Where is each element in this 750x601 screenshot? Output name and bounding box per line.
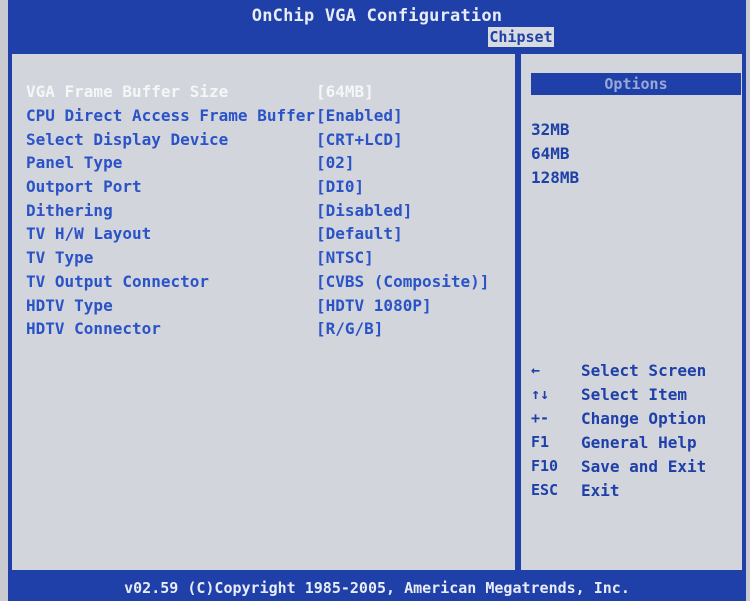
setting-vga-frame-buffer-size[interactable]: VGA Frame Buffer Size [64MB]	[26, 80, 506, 104]
option-item[interactable]: 64MB	[531, 142, 579, 166]
setting-value[interactable]: [64MB]	[316, 82, 374, 101]
setting-value[interactable]: [CVBS (Composite)]	[316, 272, 489, 291]
setting-label: VGA Frame Buffer Size	[26, 82, 229, 102]
key-help: ← Select Screen ↑↓ Select Item +- Change…	[531, 358, 741, 502]
setting-value[interactable]: [Default]	[316, 224, 403, 243]
options-pane: Options 32MB 64MB 128MB ← Select Screen …	[521, 54, 742, 570]
help-desc: Exit	[581, 480, 620, 500]
help-desc: Select Screen	[581, 360, 707, 380]
page-title: OnChip VGA Configuration	[251, 6, 503, 26]
f1-key: F1	[531, 433, 550, 451]
setting-value[interactable]: [DI0]	[316, 177, 364, 196]
help-row: F1 General Help	[531, 430, 741, 454]
up-down-arrow-key: ↑↓	[531, 385, 550, 403]
setting-value[interactable]: [CRT+LCD]	[316, 130, 403, 149]
setting-outport-port[interactable]: Outport Port [DI0]	[26, 175, 506, 199]
setting-label: Select Display Device	[26, 129, 229, 149]
setting-tv-hw-layout[interactable]: TV H/W Layout [Default]	[26, 222, 506, 246]
setting-hdtv-connector[interactable]: HDTV Connector [R/G/B]	[26, 317, 506, 341]
setting-label: TV H/W Layout	[26, 224, 152, 244]
setting-dithering[interactable]: Dithering [Disabled]	[26, 198, 506, 222]
setting-value[interactable]: [HDTV 1080P]	[316, 296, 432, 315]
help-desc: Save and Exit	[581, 456, 707, 476]
setting-value[interactable]: [Disabled]	[316, 201, 412, 220]
setting-label: CPU Direct Access Frame Buffer	[26, 106, 315, 126]
setting-label: HDTV Type	[26, 295, 113, 315]
help-row: F10 Save and Exit	[531, 454, 741, 478]
help-row: ← Select Screen	[531, 358, 741, 382]
help-desc: Change Option	[581, 408, 707, 428]
setting-hdtv-type[interactable]: HDTV Type [HDTV 1080P]	[26, 293, 506, 317]
setting-value[interactable]: [R/G/B]	[316, 319, 383, 338]
settings-pane: VGA Frame Buffer Size [64MB] CPU Direct …	[12, 54, 515, 570]
f10-key: F10	[531, 457, 559, 475]
left-arrow-key: ←	[531, 361, 541, 379]
help-row: +- Change Option	[531, 406, 741, 430]
option-item[interactable]: 128MB	[531, 166, 579, 190]
help-desc: General Help	[581, 432, 697, 452]
options-header: Options	[531, 73, 741, 95]
setting-value[interactable]: [02]	[316, 153, 355, 172]
setting-value[interactable]: [NTSC]	[316, 248, 374, 267]
setting-label: HDTV Connector	[26, 319, 161, 339]
setting-label: TV Output Connector	[26, 271, 210, 291]
setting-label: TV Type	[26, 248, 94, 268]
setting-select-display-device[interactable]: Select Display Device [CRT+LCD]	[26, 127, 506, 151]
copyright-footer: v02.59 (C)Copyright 1985-2005, American …	[8, 574, 746, 601]
help-row: ESC Exit	[531, 478, 741, 502]
setting-tv-output-connector[interactable]: TV Output Connector [CVBS (Composite)]	[26, 270, 506, 294]
help-desc: Select Item	[581, 384, 687, 404]
option-item[interactable]: 32MB	[531, 118, 579, 142]
options-list: 32MB 64MB 128MB	[531, 118, 579, 190]
setting-tv-type[interactable]: TV Type [NTSC]	[26, 246, 506, 270]
main-frame: VGA Frame Buffer Size [64MB] CPU Direct …	[8, 50, 746, 574]
setting-label: Dithering	[26, 200, 113, 220]
esc-key: ESC	[531, 481, 559, 499]
setting-label: Outport Port	[26, 177, 142, 197]
setting-value[interactable]: [Enabled]	[316, 106, 403, 125]
setting-label: Panel Type	[26, 153, 123, 173]
tab-chipset[interactable]: Chipset	[488, 27, 554, 47]
settings-list: VGA Frame Buffer Size [64MB] CPU Direct …	[26, 80, 506, 341]
plus-minus-key: +-	[531, 409, 550, 427]
title-bar: OnChip VGA Configuration Chipset	[8, 0, 746, 50]
bios-screen: OnChip VGA Configuration Chipset VGA Fra…	[0, 0, 750, 601]
setting-cpu-direct-access-frame-buffer[interactable]: CPU Direct Access Frame Buffer [Enabled]	[26, 104, 506, 128]
setting-panel-type[interactable]: Panel Type [02]	[26, 151, 506, 175]
help-row: ↑↓ Select Item	[531, 382, 741, 406]
